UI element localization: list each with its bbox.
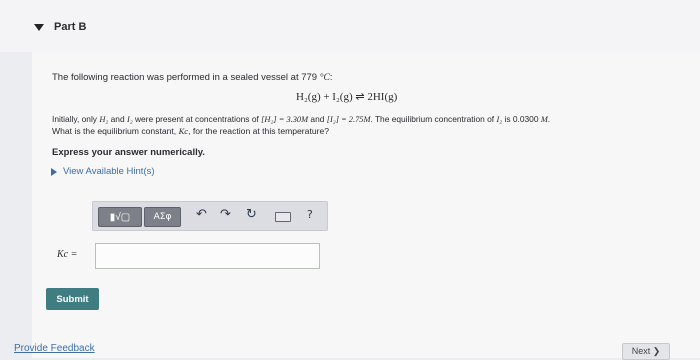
collapse-triangle-icon[interactable] [34,23,44,31]
reset-icon[interactable]: ↻ [246,208,257,222]
h2-concentration: [H₂] = 3.30M [261,115,309,124]
line1-text-c: and [108,114,127,124]
part-title: Part B [54,21,87,33]
kc-label: Kc = [57,249,78,260]
answer-input[interactable] [95,243,320,269]
reaction-equation: H₂(g) + I₂(g) ⇌ 2HI(g) [296,91,398,103]
line2-text-a: What is the equilibrium constant, [52,126,179,136]
problem-line-1: Initially, only H₂ and I₂ were present a… [52,114,550,124]
line2-text-c: , for the reaction at this temperature? [188,126,330,136]
line1-text-a: Initially, only [52,114,100,124]
part-header[interactable]: Part B [34,21,86,33]
i2-concentration: [I₂] = 2.75M [326,115,371,124]
redo-icon[interactable]: ↷ [220,208,231,222]
expand-triangle-icon [51,167,57,176]
intro-text: The following reaction was performed in … [52,72,320,83]
next-button[interactable]: Next ❯ [622,343,670,360]
h2-symbol: H₂ [99,115,109,124]
top-bar [0,0,700,52]
line1-text-k: is 0.0300 [502,114,541,124]
line1-text-i: . The equilibrium concentration of [370,114,497,124]
greek-symbols-button[interactable]: ΑΣφ [144,207,181,227]
template-button[interactable]: ▮√▢ [98,207,142,227]
submit-button[interactable]: Submit [46,288,99,310]
intro-suffix: : [329,72,333,83]
keyboard-icon[interactable] [275,212,291,222]
line1-text-g: and [308,114,327,124]
provide-feedback-link[interactable]: Provide Feedback [14,343,95,354]
answer-instruction: Express your answer numerically. [52,147,205,158]
view-hints-link[interactable]: View Available Hint(s) [51,166,155,177]
math-toolbar: ▮√▢ ΑΣφ ↶ ↷ ↻ ? [92,201,328,231]
kc-symbol: Kc [178,126,189,136]
line1-period: . [547,114,551,124]
line1-text-e: were present at concentrations of [132,114,262,124]
problem-intro: The following reaction was performed in … [52,72,333,83]
hints-label: View Available Hint(s) [63,166,155,177]
undo-icon[interactable]: ↶ [196,208,207,222]
problem-line-2: What is the equilibrium constant, Kc, fo… [52,126,329,136]
intro-unit: °C [319,73,330,83]
molar-unit: M [540,115,548,124]
help-icon[interactable]: ? [307,208,313,222]
